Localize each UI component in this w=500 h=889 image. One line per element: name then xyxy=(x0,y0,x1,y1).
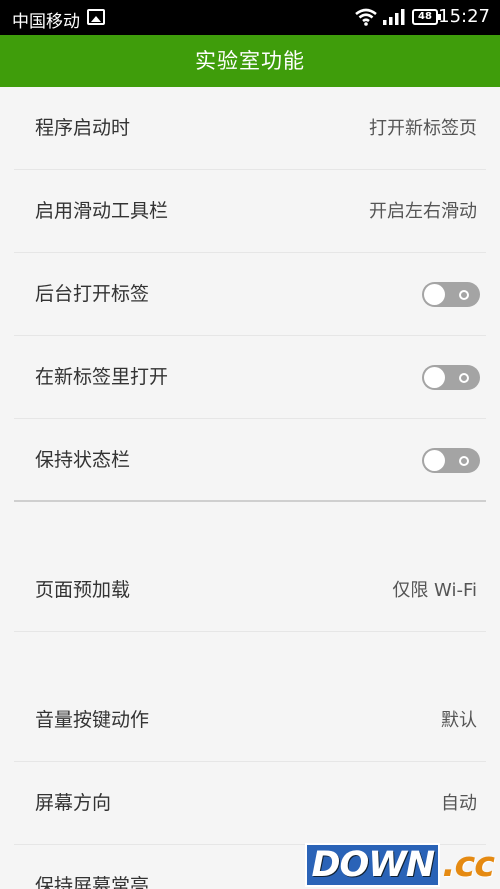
setting-label: 页面预加载 xyxy=(35,579,131,601)
open-in-new-tab-toggle[interactable] xyxy=(422,365,480,390)
setting-label: 保持状态栏 xyxy=(35,449,131,471)
toggle-knob xyxy=(424,367,445,388)
setting-label: 在新标签里打开 xyxy=(35,366,169,388)
settings-list: 程序启动时 打开新标签页 启用滑动工具栏 开启左右滑动 后台打开标签 在新标签里… xyxy=(0,87,500,889)
setting-value: 自动 xyxy=(441,793,477,814)
watermark-text: DOWN xyxy=(305,843,441,887)
setting-swipe-toolbar[interactable]: 启用滑动工具栏 开启左右滑动 xyxy=(14,170,486,253)
battery-icon: 48 xyxy=(412,9,441,25)
setting-value: 默认 xyxy=(441,710,477,731)
setting-label: 音量按键动作 xyxy=(35,709,150,731)
setting-background-tabs[interactable]: 后台打开标签 xyxy=(14,253,486,336)
carrier-name: 中国移动 xyxy=(12,12,80,32)
clock: 15:27 xyxy=(438,6,490,27)
setting-label: 启用滑动工具栏 xyxy=(35,200,169,222)
setting-keep-status-bar[interactable]: 保持状态栏 xyxy=(14,419,486,502)
setting-label: 屏幕方向 xyxy=(35,792,112,814)
page-title: 实验室功能 xyxy=(195,49,305,73)
watermark-logo: DOWN .cc xyxy=(305,843,495,887)
toggle-off-icon xyxy=(459,290,469,300)
app-bar: 实验室功能 xyxy=(0,35,500,87)
setting-volume-keys[interactable]: 音量按键动作 默认 xyxy=(14,679,486,762)
setting-value: 开启左右滑动 xyxy=(369,201,477,222)
toggle-off-icon xyxy=(459,456,469,466)
setting-preload[interactable]: 页面预加载 仅限 Wi-Fi xyxy=(14,549,486,632)
setting-value: 仅限 Wi-Fi xyxy=(392,580,477,601)
photo-icon xyxy=(87,9,105,25)
wifi-icon xyxy=(355,8,377,26)
setting-open-in-new-tab[interactable]: 在新标签里打开 xyxy=(14,336,486,419)
setting-launch[interactable]: 程序启动时 打开新标签页 xyxy=(14,87,486,170)
setting-label: 程序启动时 xyxy=(35,117,131,139)
keep-status-bar-toggle[interactable] xyxy=(422,448,480,473)
background-tabs-toggle[interactable] xyxy=(422,282,480,307)
setting-label: 后台打开标签 xyxy=(35,283,150,305)
toggle-knob xyxy=(424,284,445,305)
signal-icon xyxy=(383,9,405,25)
toggle-knob xyxy=(424,450,445,471)
setting-orientation[interactable]: 屏幕方向 自动 xyxy=(14,762,486,845)
setting-label: 保持屏幕常亮 xyxy=(35,875,150,889)
toggle-off-icon xyxy=(459,373,469,383)
status-bar: 中国移动 48 15:27 xyxy=(0,0,500,35)
setting-value: 打开新标签页 xyxy=(369,118,477,139)
watermark-suffix: .cc xyxy=(442,845,495,885)
